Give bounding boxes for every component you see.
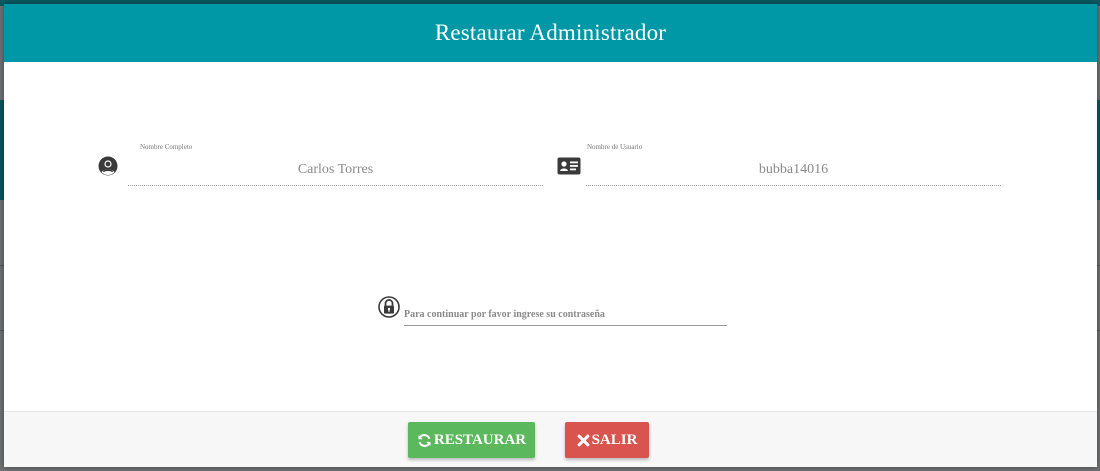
restore-button[interactable]: RESTAURAR — [408, 422, 535, 458]
restore-button-label: RESTAURAR — [433, 431, 527, 448]
password-input[interactable] — [404, 304, 727, 326]
username-underline — [586, 185, 1001, 186]
restore-admin-modal: Restaurar Administrador Nombre Completo … — [4, 4, 1097, 467]
close-icon — [577, 434, 589, 446]
id-card-icon — [557, 157, 581, 175]
exit-button[interactable]: SALIR — [565, 422, 649, 458]
full-name-underline — [128, 185, 543, 186]
full-name-field[interactable]: Carlos Torres — [128, 162, 543, 178]
modal-header: Restaurar Administrador — [4, 4, 1097, 62]
username-label: Nombre de Usuario — [587, 143, 643, 151]
refresh-icon — [418, 433, 431, 447]
modal-title: Restaurar Administrador — [434, 20, 667, 45]
username-field[interactable]: bubba14016 — [586, 162, 1001, 178]
lock-icon — [378, 296, 400, 318]
exit-button-label: SALIR — [591, 431, 638, 448]
modal-footer: RESTAURAR SALIR — [4, 411, 1097, 467]
full-name-label: Nombre Completo — [140, 143, 193, 151]
user-circle-icon — [98, 156, 118, 176]
